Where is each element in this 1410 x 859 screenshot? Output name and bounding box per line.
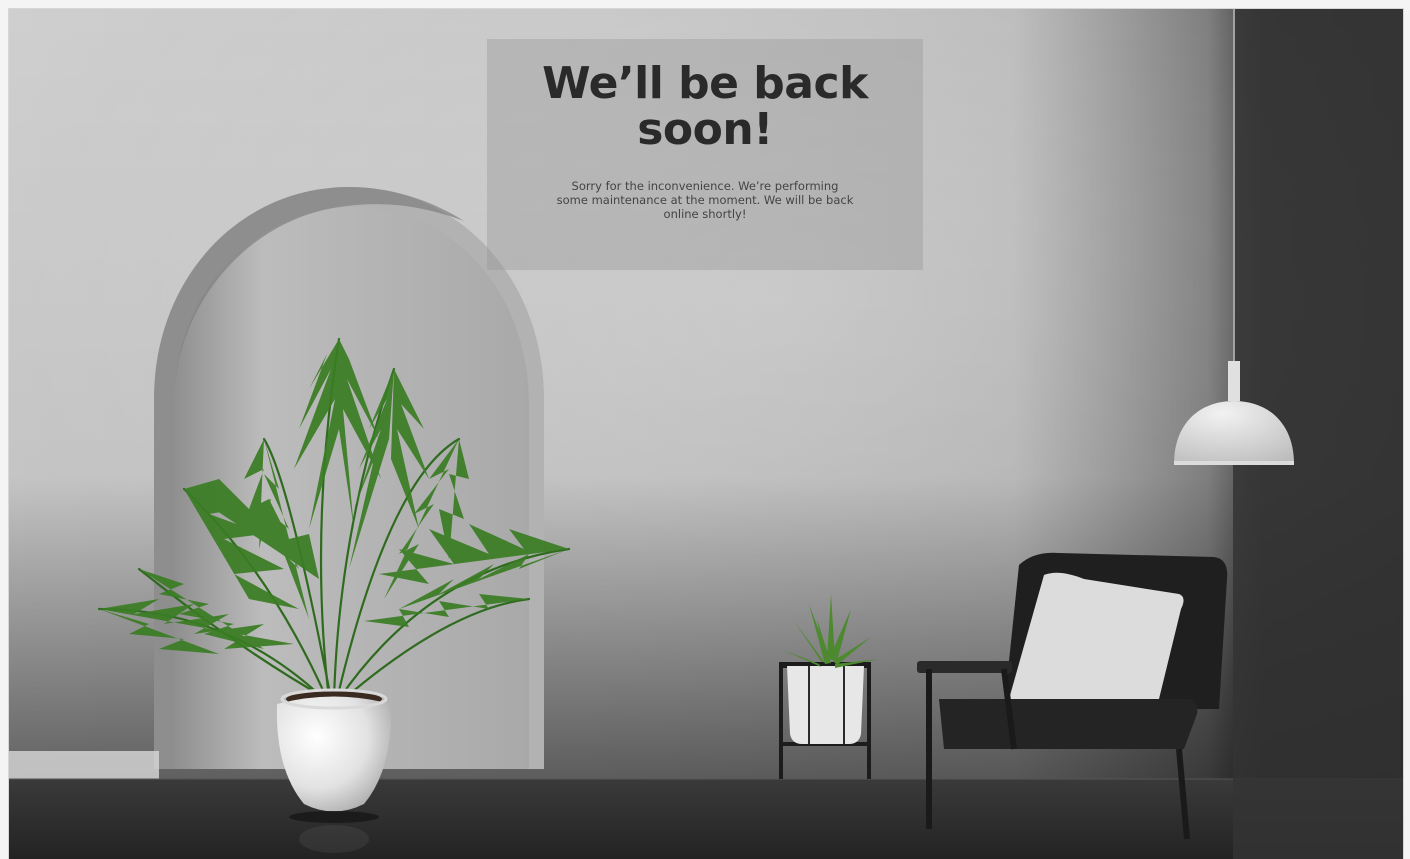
page-title: We’ll be back soon! [542, 58, 868, 155]
maintenance-message-box: We’ll be back soon! Sorry for the inconv… [487, 39, 923, 270]
maintenance-page: We’ll be back soon! Sorry for the inconv… [8, 8, 1404, 859]
maintenance-description: Sorry for the inconvenience. We’re perfo… [556, 179, 854, 221]
